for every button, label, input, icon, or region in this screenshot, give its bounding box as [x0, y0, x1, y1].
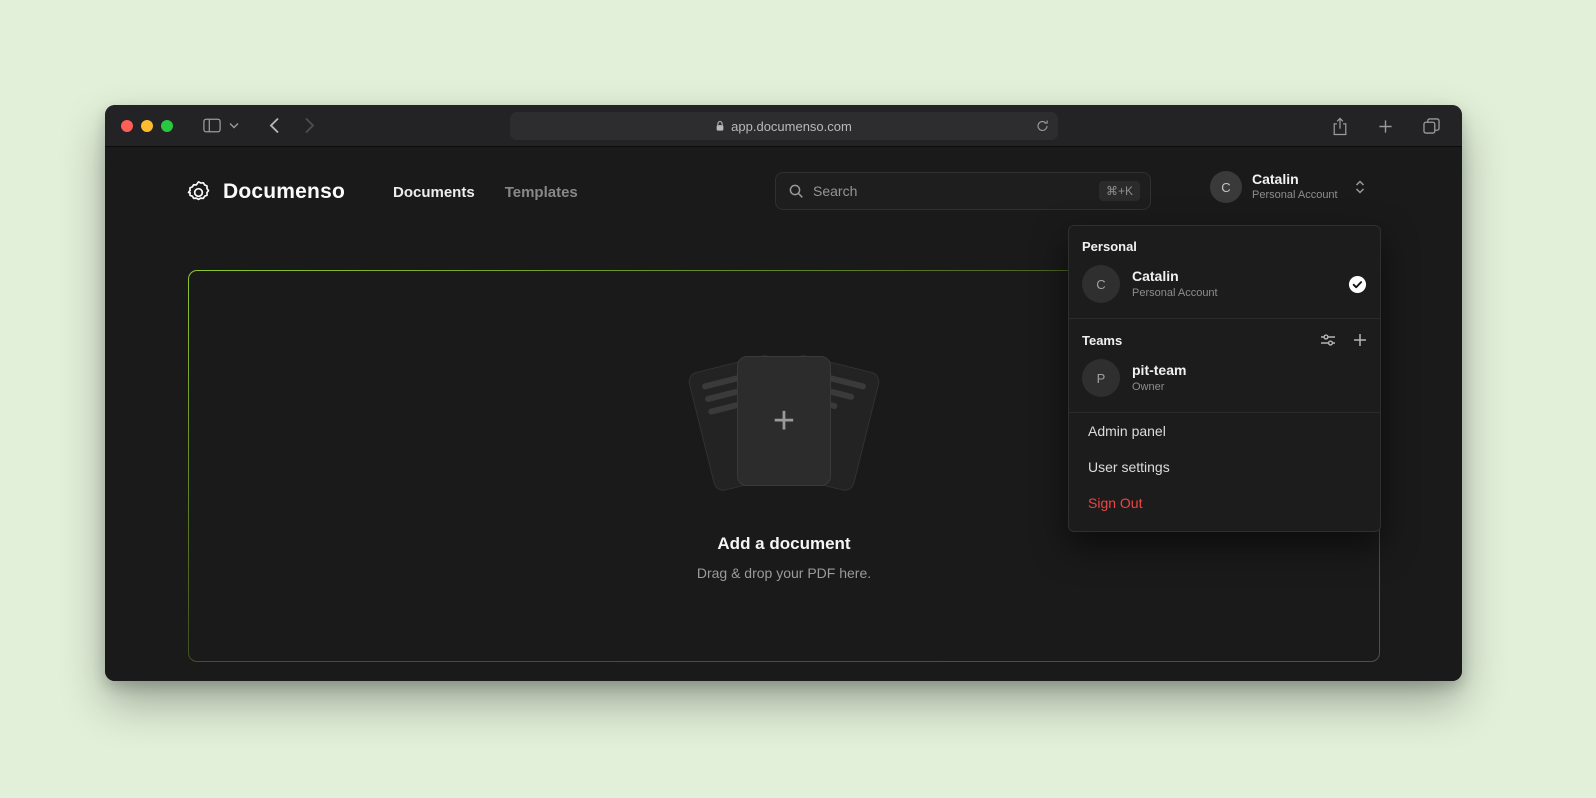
account-name: Catalin [1252, 171, 1338, 188]
menu-item-admin-panel[interactable]: Admin panel [1069, 413, 1380, 449]
zoom-window-button[interactable] [161, 120, 173, 132]
personal-account-type: Personal Account [1132, 286, 1218, 300]
personal-account-name: Catalin [1132, 268, 1218, 286]
share-icon[interactable] [1324, 112, 1356, 140]
nav-documents[interactable]: Documents [393, 184, 475, 201]
account-avatar: C [1210, 171, 1242, 203]
brand-name: Documenso [223, 180, 345, 204]
traffic-lights [121, 120, 173, 132]
url-text: app.documenso.com [731, 119, 852, 134]
lock-icon [715, 120, 725, 132]
selected-check-icon [1348, 275, 1367, 294]
sidebar-chevron-down-icon[interactable] [229, 112, 247, 140]
teams-section-header: Teams [1069, 319, 1380, 357]
account-menu-trigger[interactable]: C Catalin Personal Account [1210, 171, 1366, 203]
search-input[interactable] [813, 183, 1090, 199]
search-box[interactable]: ⌘+K [775, 172, 1151, 210]
nav-templates[interactable]: Templates [505, 184, 578, 201]
document-stack-icon: + [674, 352, 894, 500]
teams-section-label: Teams [1082, 333, 1122, 348]
forward-button[interactable] [296, 112, 323, 140]
team-info: pit-team Owner [1132, 362, 1186, 394]
chrome-right-buttons [1324, 105, 1448, 147]
account-dropdown-menu: Personal C Catalin Personal Account Team… [1068, 225, 1381, 532]
personal-account-item[interactable]: C Catalin Personal Account [1069, 263, 1380, 318]
team-role: Owner [1132, 380, 1186, 394]
account-type: Personal Account [1252, 188, 1338, 202]
dropzone-title: Add a document [717, 534, 850, 554]
new-tab-icon[interactable] [1370, 112, 1401, 140]
manage-teams-icon[interactable] [1320, 332, 1336, 348]
documenso-logo[interactable]: Documenso [185, 179, 345, 206]
main-nav: Documents Templates [393, 184, 578, 201]
close-window-button[interactable] [121, 120, 133, 132]
app-header: Documenso Documents Templates ⌘+K C [105, 147, 1462, 237]
browser-window: app.documenso.com [105, 105, 1462, 681]
team-name: pit-team [1132, 362, 1186, 380]
address-bar[interactable]: app.documenso.com [510, 112, 1058, 140]
team-item[interactable]: P pit-team Owner [1069, 357, 1380, 412]
sidebar-toggle-icon[interactable] [195, 112, 229, 140]
menu-item-user-settings[interactable]: User settings [1069, 449, 1380, 485]
tab-overview-icon[interactable] [1415, 112, 1448, 140]
account-info: Catalin Personal Account [1252, 171, 1338, 202]
minimize-window-button[interactable] [141, 120, 153, 132]
search-shortcut-badge: ⌘+K [1099, 181, 1140, 201]
dropzone-subtitle: Drag & drop your PDF here. [697, 565, 871, 581]
document-card-center: + [737, 356, 831, 486]
documenso-app: Documenso Documents Templates ⌘+K C [105, 147, 1462, 681]
documenso-logo-icon [185, 179, 212, 206]
personal-account-info: Catalin Personal Account [1132, 268, 1218, 300]
back-button[interactable] [261, 112, 288, 140]
chevron-up-down-icon [1354, 179, 1366, 195]
create-team-icon[interactable] [1353, 333, 1367, 347]
menu-item-sign-out[interactable]: Sign Out [1069, 485, 1380, 525]
plus-icon: + [773, 402, 795, 440]
search-icon [788, 183, 804, 199]
refresh-icon[interactable] [1036, 119, 1049, 136]
personal-section-label: Personal [1069, 226, 1380, 263]
browser-chrome: app.documenso.com [105, 105, 1462, 147]
personal-account-avatar: C [1082, 265, 1120, 303]
team-avatar: P [1082, 359, 1120, 397]
